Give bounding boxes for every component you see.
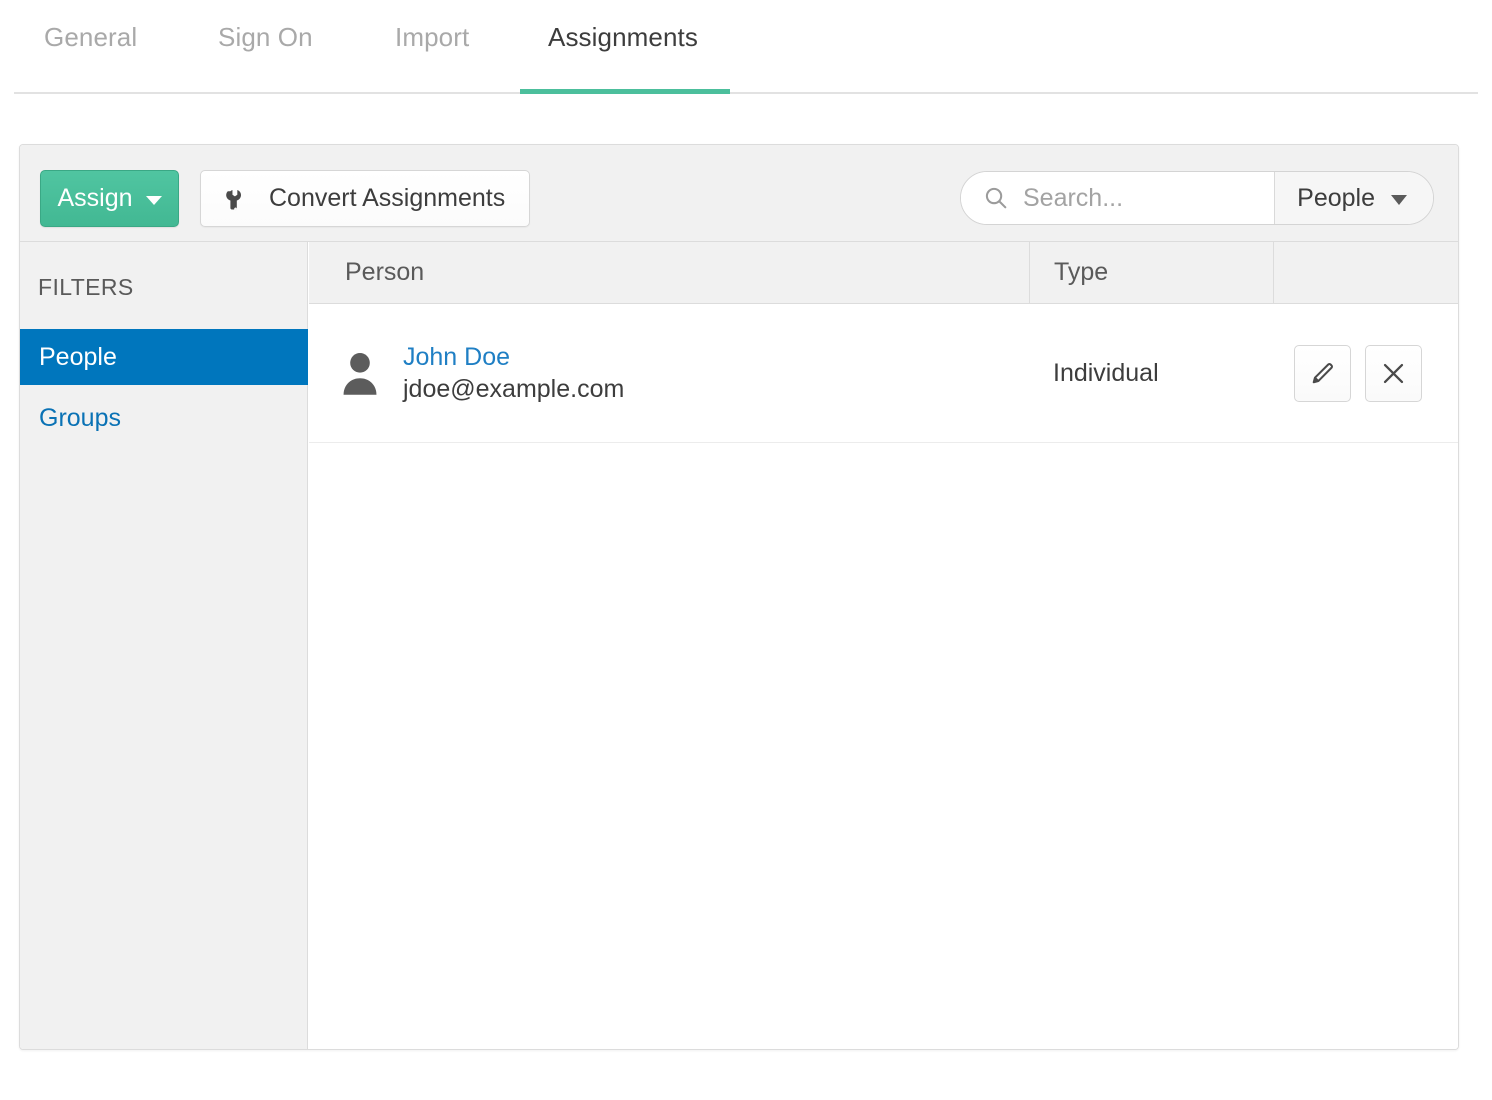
- remove-assignment-button[interactable]: [1365, 344, 1422, 402]
- person-avatar-icon: [343, 353, 377, 395]
- close-icon: [1383, 363, 1404, 383]
- wrench-icon: [226, 189, 242, 210]
- sidebar-item-label: Groups: [39, 403, 121, 432]
- search-icon: [985, 187, 1007, 209]
- assign-button-label: Assign: [57, 184, 133, 212]
- cell-type: Individual: [1053, 358, 1159, 387]
- sidebar-item-label: People: [39, 342, 117, 371]
- assignments-table: Person Type John Doe jdoe@example.com In…: [309, 242, 1458, 1049]
- filters-sidebar: FILTERS People Groups: [20, 242, 308, 1049]
- table-header: Person Type: [309, 242, 1458, 304]
- search-scope-label: People: [1297, 183, 1375, 212]
- tab-bar: General Sign On Import Assignments: [0, 0, 1492, 94]
- column-header-type[interactable]: Type: [1029, 242, 1273, 303]
- tab-assignments[interactable]: Assignments: [548, 22, 698, 53]
- person-email: jdoe@example.com: [403, 375, 625, 403]
- column-header-actions: [1273, 242, 1458, 303]
- tab-import[interactable]: Import: [395, 22, 469, 53]
- edit-assignment-button[interactable]: [1294, 344, 1351, 402]
- assignments-panel: Assign Convert Assignments People: [19, 144, 1459, 1050]
- sidebar-item-groups[interactable]: Groups: [20, 390, 308, 446]
- cell-actions: [1273, 304, 1458, 442]
- search-scope-dropdown[interactable]: People: [1275, 172, 1433, 224]
- person-info: John Doe jdoe@example.com: [403, 343, 625, 403]
- sidebar-item-people[interactable]: People: [20, 329, 308, 385]
- caret-down-icon: [145, 195, 162, 205]
- search-input[interactable]: [1023, 183, 1275, 213]
- panel-body: FILTERS People Groups Person Type John D…: [20, 242, 1458, 1049]
- search-control: People: [960, 171, 1434, 225]
- tab-bar-divider: [14, 92, 1478, 94]
- pencil-icon: [1312, 362, 1333, 383]
- search-field[interactable]: [961, 172, 1276, 224]
- filters-heading: FILTERS: [38, 274, 134, 300]
- column-header-person[interactable]: Person: [309, 242, 1029, 303]
- person-name-link[interactable]: John Doe: [403, 343, 624, 370]
- active-tab-indicator: [520, 89, 730, 94]
- convert-assignments-label: Convert Assignments: [269, 184, 506, 212]
- assign-button[interactable]: Assign: [40, 170, 179, 227]
- panel-toolbar: Assign Convert Assignments People: [20, 145, 1458, 242]
- table-row: John Doe jdoe@example.com Individual: [309, 304, 1458, 443]
- convert-assignments-button[interactable]: Convert Assignments: [200, 170, 531, 227]
- cell-person: John Doe jdoe@example.com: [309, 304, 1029, 442]
- tab-sign-on[interactable]: Sign On: [218, 22, 313, 53]
- chevron-down-icon: [1391, 194, 1407, 205]
- tab-general[interactable]: General: [44, 22, 137, 53]
